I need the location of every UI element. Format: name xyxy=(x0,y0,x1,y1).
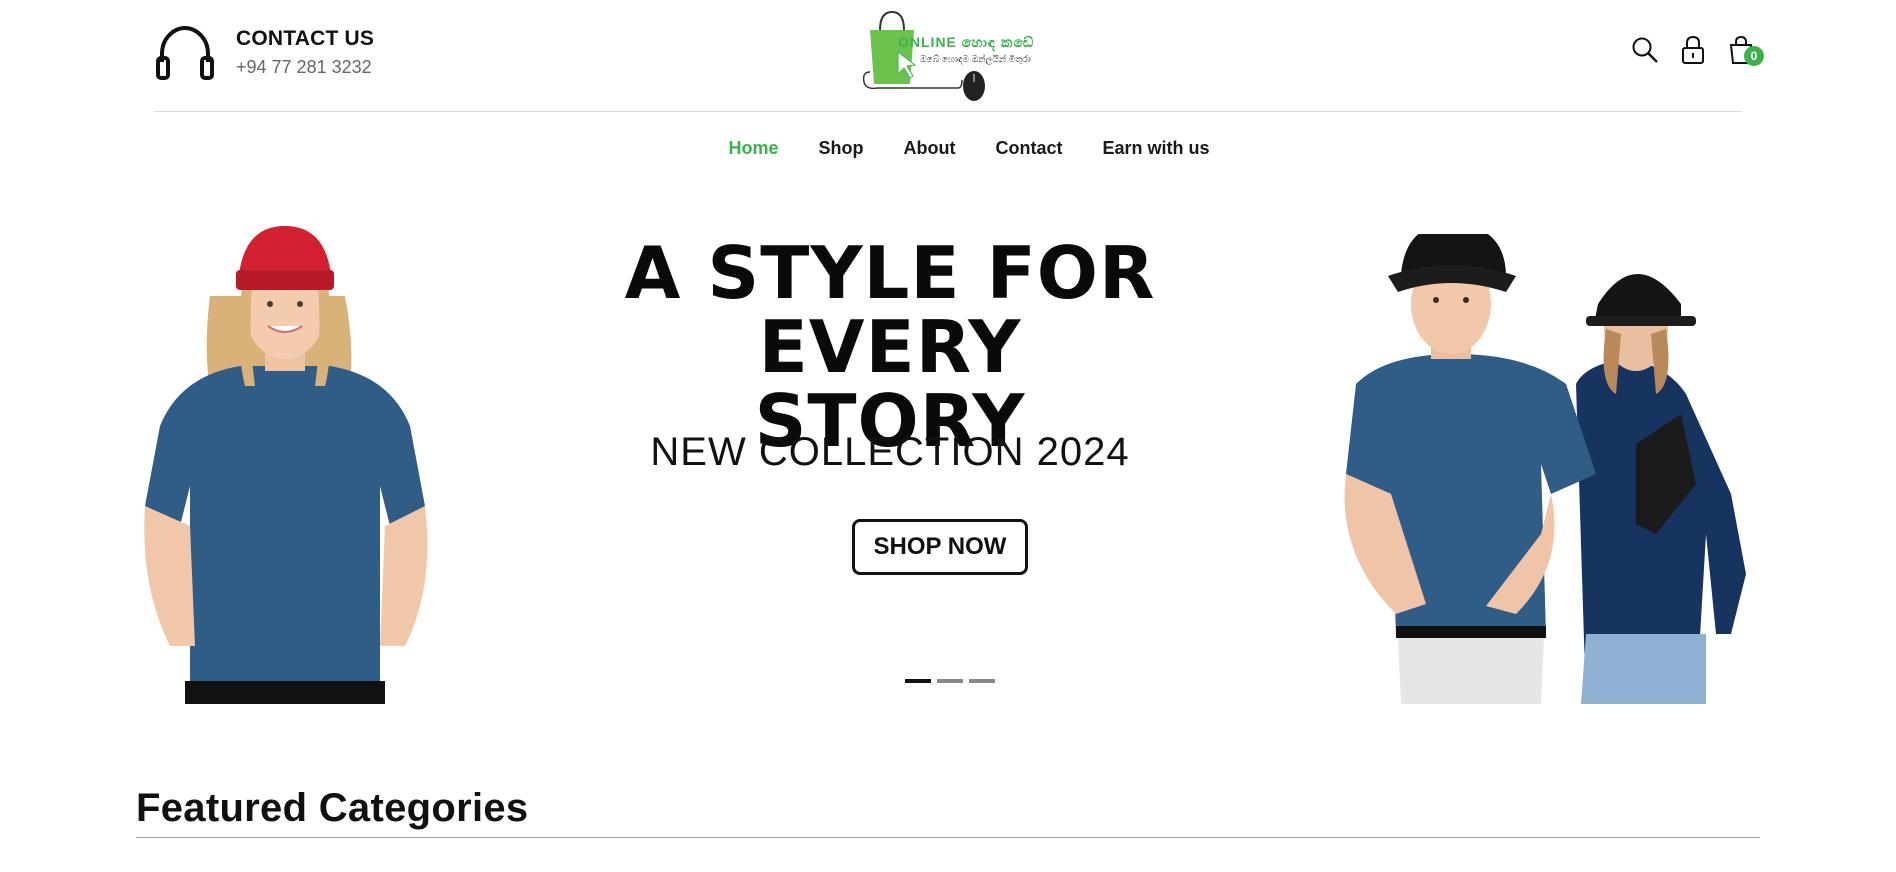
page: CONTACT US +94 77 281 3232 ONLINE හොඳ කඩ… xyxy=(0,0,1896,872)
contact-title: CONTACT US xyxy=(236,26,375,50)
slider-pagination xyxy=(905,679,995,683)
header-divider xyxy=(154,111,1742,112)
contact-phone[interactable]: +94 77 281 3232 xyxy=(236,57,374,78)
featured-categories-title: Featured Categories xyxy=(136,786,529,830)
slider-dot-2[interactable] xyxy=(937,679,963,683)
featured-divider xyxy=(136,837,1760,838)
search-icon[interactable] xyxy=(1630,34,1660,66)
slider-dot-3[interactable] xyxy=(969,679,995,683)
nav-item-shop[interactable]: Shop xyxy=(819,138,864,159)
logo-tagline: ඔබේ හොඳම ඔන්ලයින් මිතුරා xyxy=(920,54,1031,64)
contact-block[interactable]: CONTACT US +94 77 281 3232 xyxy=(154,24,374,80)
slider-dot-1[interactable] xyxy=(905,679,931,683)
hero-models-right-image xyxy=(1344,234,1746,704)
header-icons: 0 xyxy=(1630,34,1764,66)
shop-now-button[interactable]: SHOP NOW xyxy=(852,519,1028,575)
headphones-icon xyxy=(156,25,214,80)
site-logo[interactable]: ONLINE හොඳ කඩේ ඔබේ හොඳම ඔන්ලයින් මිතුරා xyxy=(858,8,1048,104)
nav-item-home[interactable]: Home xyxy=(728,138,778,159)
hero-model-left-image xyxy=(144,226,428,704)
main-nav: Home Shop About Contact Earn with us xyxy=(0,138,1896,159)
cart-count-badge: 0 xyxy=(1744,46,1764,66)
hero-headline-line1: A STYLE FOR EVERY xyxy=(624,231,1156,389)
cart-icon[interactable]: 0 xyxy=(1726,34,1764,66)
nav-item-earn-with-us[interactable]: Earn with us xyxy=(1102,138,1209,159)
nav-item-contact[interactable]: Contact xyxy=(995,138,1062,159)
site-header: CONTACT US +94 77 281 3232 ONLINE හොඳ කඩ… xyxy=(0,0,1896,112)
logo-brand-text: ONLINE හොඳ කඩේ xyxy=(898,34,1035,50)
lock-icon[interactable] xyxy=(1678,34,1708,66)
nav-item-about[interactable]: About xyxy=(904,138,956,159)
hero-subheadline: NEW COLLECTION 2024 xyxy=(650,430,1130,474)
hero-headline: A STYLE FOR EVERY STORY xyxy=(570,236,1210,458)
hero-slider: A STYLE FOR EVERY STORY NEW COLLECTION 2… xyxy=(140,226,1756,704)
